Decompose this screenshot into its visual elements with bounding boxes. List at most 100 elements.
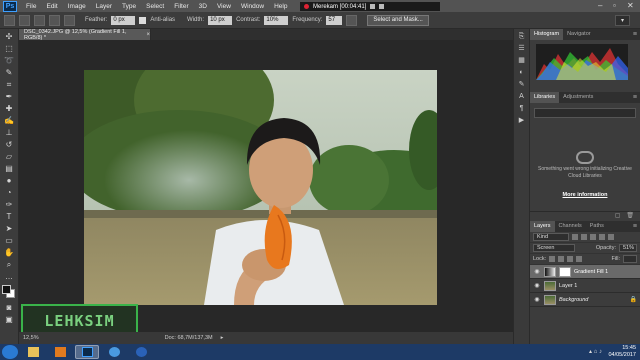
frequency-input[interactable]: 57 — [326, 15, 343, 25]
opacity-input[interactable]: 51% — [619, 244, 637, 252]
menu-layer[interactable]: Layer — [91, 3, 117, 10]
more-tools-icon[interactable]: … — [4, 272, 15, 281]
workspace-switcher[interactable]: ▾ — [614, 15, 630, 26]
new-selection-icon[interactable] — [19, 14, 30, 26]
paragraph-panel-icon[interactable]: ¶ — [517, 105, 526, 113]
taskbar-explorer[interactable] — [21, 345, 45, 359]
tab-layers[interactable]: Layers — [530, 221, 555, 232]
layers-menu-icon[interactable]: ≡ — [630, 221, 640, 232]
quick-select-tool-icon[interactable]: ✎ — [4, 68, 15, 77]
properties-panel-icon[interactable]: ☰ — [517, 45, 526, 53]
lock-position-icon[interactable] — [567, 256, 574, 262]
filter-adjustment-icon[interactable] — [581, 234, 587, 240]
menu-view[interactable]: View — [212, 3, 236, 10]
visibility-eye-icon[interactable]: ◉ — [533, 268, 541, 275]
lock-icon[interactable]: 🔒 — [630, 296, 637, 303]
feather-input[interactable]: 0 px — [111, 15, 136, 25]
lock-all-icon[interactable] — [576, 256, 583, 262]
menu-window[interactable]: Window — [236, 3, 269, 10]
stop-icon[interactable] — [379, 4, 385, 9]
eraser-tool-icon[interactable]: ▱ — [4, 152, 15, 161]
close-tab-icon[interactable]: × — [146, 32, 150, 38]
restore-icon[interactable]: ▫ — [613, 1, 616, 10]
system-tray-icons[interactable]: ▴ ⌂ ♪ — [589, 348, 602, 355]
lasso-tool-icon[interactable]: ➰ — [4, 56, 15, 65]
start-button[interactable] — [2, 345, 18, 359]
visibility-eye-icon[interactable]: ◉ — [533, 282, 541, 289]
visibility-eye-icon[interactable]: ◉ — [533, 296, 541, 303]
document-photo[interactable] — [84, 70, 437, 305]
taskbar-media-player[interactable] — [48, 345, 72, 359]
menu-type[interactable]: Type — [117, 3, 141, 10]
type-tool-icon[interactable]: T — [4, 212, 15, 221]
kind-filter-select[interactable]: Kind — [533, 233, 569, 241]
more-information-link[interactable]: More information — [530, 192, 640, 198]
history-brush-tool-icon[interactable]: ↺ — [4, 140, 15, 149]
foreground-color-swatch[interactable] — [2, 285, 11, 294]
layer-row-gradient-fill[interactable]: ◉ Gradient Fill 1 — [530, 265, 640, 279]
color-swatches[interactable] — [1, 285, 17, 299]
tab-adjustments[interactable]: Adjustments — [559, 92, 597, 103]
quick-mask-icon[interactable]: ◙ — [4, 303, 15, 312]
rectangle-tool-icon[interactable]: ▭ — [4, 236, 15, 245]
magnetic-lasso-tool-icon[interactable] — [4, 14, 15, 26]
library-add-icon[interactable]: ▢ — [615, 212, 621, 221]
tab-libraries[interactable]: Libraries — [530, 92, 560, 103]
contrast-input[interactable]: 10% — [264, 15, 289, 25]
tab-paths[interactable]: Paths — [586, 221, 608, 232]
marquee-tool-icon[interactable]: ⬚ — [4, 44, 15, 53]
antialias-checkbox[interactable] — [139, 16, 147, 24]
menu-filter[interactable]: Filter — [169, 3, 193, 10]
blur-tool-icon[interactable]: ● — [4, 176, 15, 185]
menu-help[interactable]: Help — [269, 3, 292, 10]
libraries-dropdown[interactable] — [534, 108, 636, 118]
eyedropper-tool-icon[interactable]: ✒ — [4, 92, 15, 101]
add-to-selection-icon[interactable] — [34, 14, 45, 26]
tab-channels[interactable]: Channels — [555, 221, 586, 232]
intersect-selection-icon[interactable] — [64, 14, 75, 26]
clock[interactable]: 15:45 04/05/2017 — [608, 345, 636, 358]
clone-stamp-tool-icon[interactable]: ⊥ — [4, 128, 15, 137]
brush-tool-icon[interactable]: ✍ — [4, 116, 15, 125]
menu-image[interactable]: Image — [63, 3, 91, 10]
layer-mask-thumbnail[interactable] — [559, 266, 571, 277]
minimize-icon[interactable]: – — [598, 1, 602, 10]
lock-transparent-icon[interactable] — [549, 256, 556, 262]
gradient-tool-icon[interactable]: ▤ — [4, 164, 15, 173]
history-panel-icon[interactable]: ⎘ — [517, 33, 526, 41]
filter-smart-icon[interactable] — [608, 234, 614, 240]
canvas-area[interactable] — [19, 40, 513, 332]
taskbar-recorder[interactable] — [129, 345, 153, 359]
crop-tool-icon[interactable]: ⌗ — [4, 80, 15, 89]
document-tab[interactable]: DSC_0342.JPG @ 12,5% (Gradient Fill 1, R… — [19, 29, 151, 41]
filter-shape-icon[interactable] — [599, 234, 605, 240]
menu-3d[interactable]: 3D — [194, 3, 212, 10]
swatches-panel-icon[interactable]: ▦ — [517, 57, 526, 65]
pen-pressure-icon[interactable] — [346, 14, 358, 26]
character-panel-icon[interactable]: A — [517, 93, 526, 101]
libraries-menu-icon[interactable]: ≡ — [630, 92, 640, 103]
taskbar-photoshop[interactable] — [75, 345, 99, 359]
tab-navigator[interactable]: Navigator — [563, 29, 595, 40]
dodge-tool-icon[interactable]: ◔ — [4, 188, 15, 197]
brush-panel-icon[interactable]: ✎ — [517, 81, 526, 89]
lock-image-icon[interactable] — [558, 256, 565, 262]
subtract-selection-icon[interactable] — [49, 14, 60, 26]
healing-brush-tool-icon[interactable]: ✚ — [4, 104, 15, 113]
filter-type-icon[interactable] — [590, 234, 596, 240]
layer-row-layer-1[interactable]: ◉ Layer 1 — [530, 279, 640, 293]
panel-menu-icon[interactable]: ≡ — [630, 29, 640, 40]
zoom-level[interactable]: 12,5% — [23, 335, 39, 341]
hand-tool-icon[interactable]: ✋ — [4, 248, 15, 257]
screen-mode-icon[interactable]: ▣ — [4, 315, 15, 324]
blend-mode-select[interactable]: Screen — [533, 244, 575, 252]
pen-tool-icon[interactable]: ✑ — [4, 200, 15, 209]
menu-edit[interactable]: Edit — [41, 3, 62, 10]
color-panel-icon[interactable]: ◐ — [517, 69, 526, 77]
tab-histogram[interactable]: Histogram — [530, 29, 564, 40]
layer-row-background[interactable]: ◉ Background 🔒 — [530, 293, 640, 307]
zoom-tool-icon[interactable]: ⌕ — [4, 260, 15, 269]
select-and-mask-button[interactable]: Select and Mask... — [367, 14, 429, 26]
move-tool-icon[interactable]: ✣ — [4, 32, 15, 41]
fill-input[interactable] — [623, 255, 637, 263]
